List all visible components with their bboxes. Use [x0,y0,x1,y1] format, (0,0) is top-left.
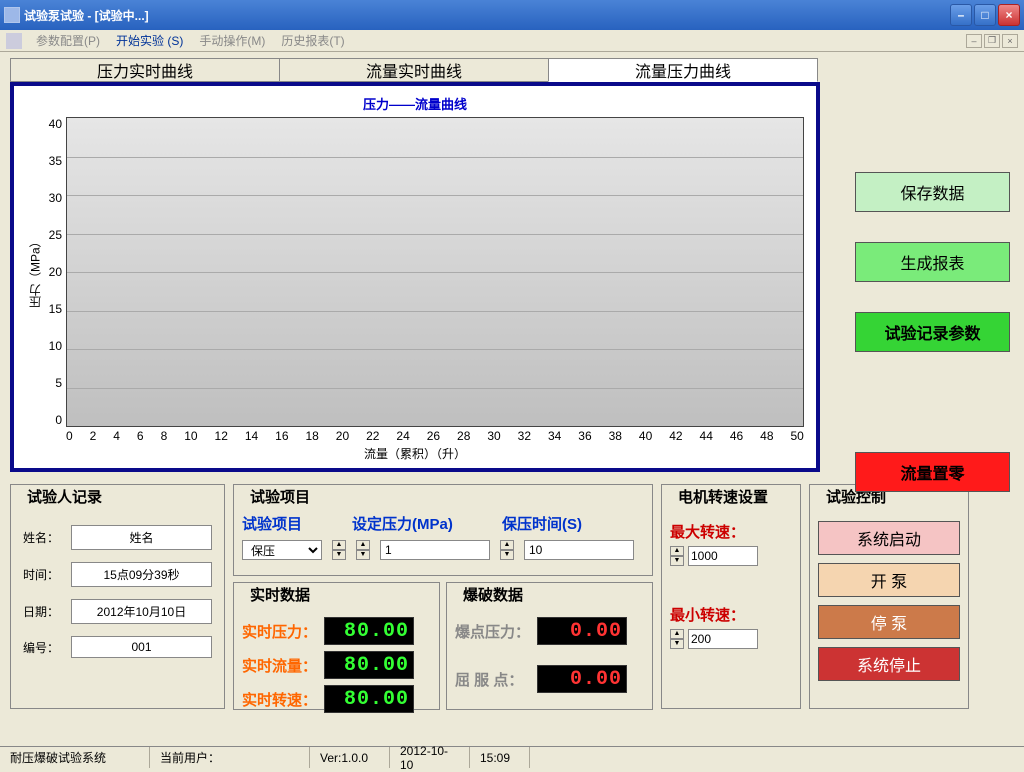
name-value: 姓名 [71,525,212,550]
yield-value: 0.00 [537,665,627,693]
burst-legend: 爆破数据 [459,584,527,605]
close-pump-button[interactable]: 停 泵 [818,605,960,639]
maximize-button[interactable]: □ [974,4,996,26]
menu-bar: 参数配置(P) 开始实验 (S) 手动操作(M) 历史报表(T) – ❐ × [0,30,1024,52]
menu-config[interactable]: 参数配置(P) [28,30,108,51]
max-speed-input[interactable] [688,546,758,566]
min-speed-label: 最小转速： [670,604,792,625]
generate-report-button[interactable]: 生成报表 [855,242,1010,282]
open-pump-button[interactable]: 开 泵 [818,563,960,597]
y-axis-label: 压力（MPa） [26,117,44,427]
flow-zero-button[interactable]: 流量置零 [855,452,1010,492]
menu-start[interactable]: 开始实验 (S) [108,30,191,51]
col-pressure-label: 设定压力(MPa) [352,513,492,534]
status-time: 15:09 [470,747,530,768]
tab-flow-pressure-curve[interactable]: 流量压力曲线 [548,58,818,82]
record-params-button[interactable]: 试验记录参数 [855,312,1010,352]
time-label: 时间： [23,566,71,583]
time-value: 15点09分39秒 [71,562,212,587]
name-label: 姓名： [23,529,71,546]
tab-flow-curve[interactable]: 流量实时曲线 [279,58,549,82]
burst-point-value: 0.00 [537,617,627,645]
yield-label: 屈 服 点： [455,669,531,690]
id-value: 001 [71,636,212,658]
menu-icon [6,33,22,49]
burst-point-label: 爆点压力： [455,621,531,642]
system-start-button[interactable]: 系统启动 [818,521,960,555]
realtime-group: 实时数据 实时压力： 80.00 实时流量： 80.00 实时转速： 80.00 [233,582,440,710]
x-axis-label: 流量（累积）（升） [26,445,804,462]
burst-group: 爆破数据 爆点压力： 0.00 屈 服 点： 0.00 [446,582,653,710]
system-stop-button[interactable]: 系统停止 [818,647,960,681]
project-spinner[interactable]: ▲▼ [332,540,346,560]
control-group: 试验控制 系统启动 开 泵 停 泵 系统停止 [809,484,969,709]
rt-pressure-label: 实时压力： [242,621,318,642]
menu-manual[interactable]: 手动操作(M) [191,30,273,51]
hold-spinner[interactable]: ▲▼ [500,540,514,560]
chart-panel: 压力——流量曲线 压力（MPa） 4035302520151050 024681… [10,82,820,472]
tester-group: 试验人记录 姓名：姓名 时间：15点09分39秒 日期：2012年10月10日 … [10,484,225,709]
motor-legend: 电机转速设置 [674,486,772,507]
max-speed-spinner[interactable]: ▲▼ [670,546,684,566]
status-app: 耐压爆破试验系统 [0,747,150,768]
mdi-close[interactable]: × [1002,34,1018,48]
rt-speed-value: 80.00 [324,685,414,713]
mdi-restore[interactable]: ❐ [984,34,1000,48]
rt-flow-label: 实时流量： [242,655,318,676]
rt-pressure-value: 80.00 [324,617,414,645]
id-label: 编号： [23,639,71,656]
pressure-input[interactable] [380,540,490,560]
y-ticks: 4035302520151050 [44,117,66,427]
right-button-column: 保存数据 生成报表 试验记录参数 流量置零 [855,172,1010,492]
pressure-spinner[interactable]: ▲▼ [356,540,370,560]
col-hold-label: 保压时间(S) [502,513,622,534]
menu-history[interactable]: 历史报表(T) [273,30,352,51]
tab-pressure-curve[interactable]: 压力实时曲线 [10,58,280,82]
project-group: 试验项目 试验项目 设定压力(MPa) 保压时间(S) 保压 ▲▼ ▲▼ ▲▼ [233,484,653,576]
project-select[interactable]: 保压 [242,540,322,560]
date-label: 日期： [23,603,71,620]
window-title: 试验泵试验 - [试验中...] [24,7,950,24]
date-value: 2012年10月10日 [71,599,212,624]
project-legend: 试验项目 [246,486,314,507]
close-button[interactable]: × [998,4,1020,26]
plot-area [66,117,804,427]
col-project-label: 试验项目 [242,513,342,534]
save-data-button[interactable]: 保存数据 [855,172,1010,212]
rt-flow-value: 80.00 [324,651,414,679]
max-speed-label: 最大转速： [670,521,792,542]
rt-speed-label: 实时转速： [242,689,318,710]
status-ver: Ver:1.0.0 [310,747,390,768]
mdi-minimize[interactable]: – [966,34,982,48]
x-ticks: 0246810121416182022242628303234363840424… [26,427,804,443]
min-speed-input[interactable] [688,629,758,649]
status-bar: 耐压爆破试验系统 当前用户： Ver:1.0.0 2012-10-10 15:0… [0,746,1024,768]
status-date: 2012-10-10 [390,747,470,768]
minimize-button[interactable]: – [950,4,972,26]
chart-title: 压力——流量曲线 [26,94,804,113]
motor-group: 电机转速设置 最大转速： ▲▼ 最小转速： ▲▼ [661,484,801,709]
min-speed-spinner[interactable]: ▲▼ [670,629,684,649]
app-icon [4,7,20,23]
title-bar: 试验泵试验 - [试验中...] – □ × [0,0,1024,30]
realtime-legend: 实时数据 [246,584,314,605]
tab-row: 压力实时曲线 流量实时曲线 流量压力曲线 [10,58,1014,82]
tester-legend: 试验人记录 [23,486,106,507]
status-user: 当前用户： [150,747,310,768]
hold-input[interactable] [524,540,634,560]
